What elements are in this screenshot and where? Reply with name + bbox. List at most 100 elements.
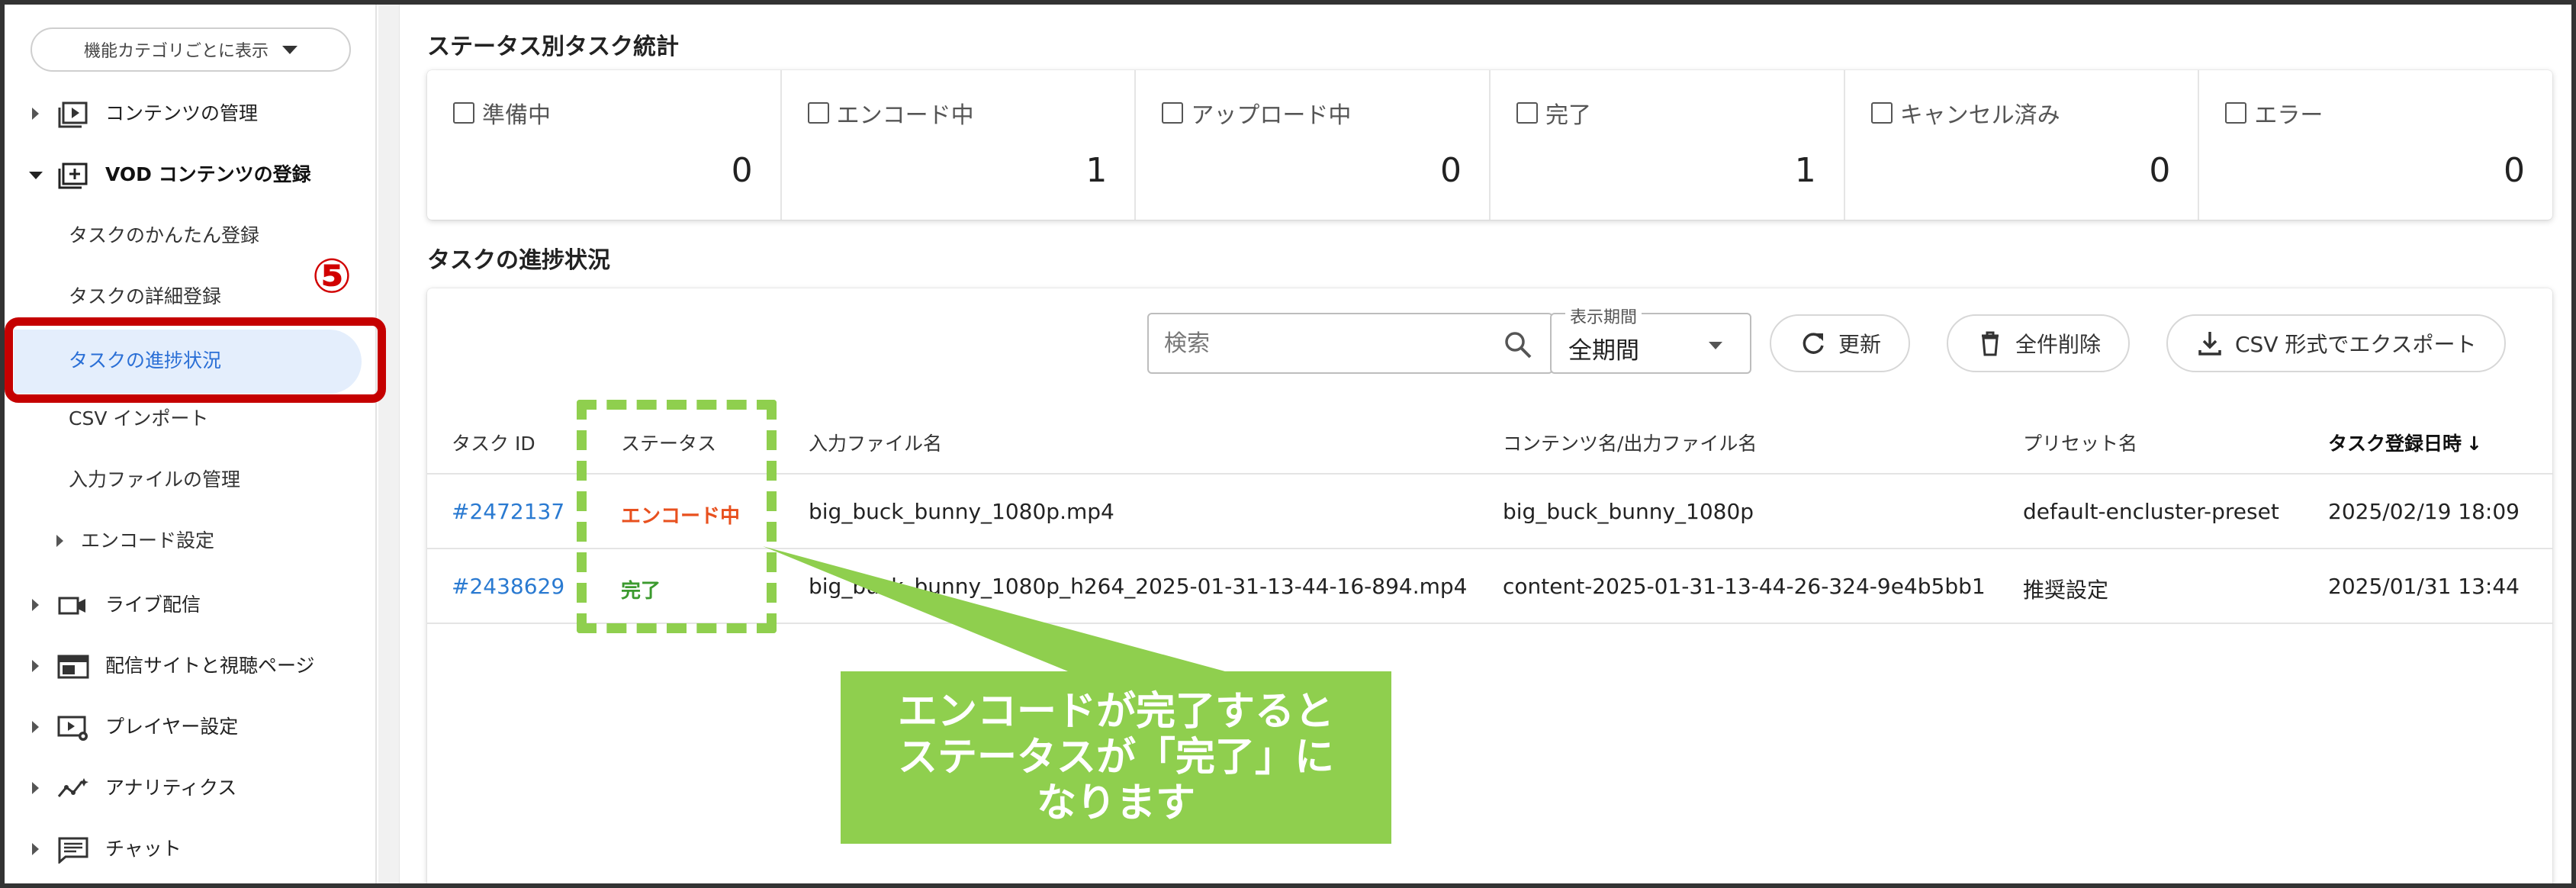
stat-encoding: エンコード中 1: [782, 70, 1137, 220]
sort-desc-icon: ↓: [2466, 433, 2482, 455]
sidebar-item-delivery-site[interactable]: 配信サイトと視聴ページ: [0, 641, 377, 691]
filter-checkbox[interactable]: [1516, 102, 1539, 124]
column-header-input-file[interactable]: 入力ファイル名: [809, 429, 942, 456]
delete-all-button[interactable]: 全件削除: [1947, 314, 2131, 372]
column-header-task-id[interactable]: タスク ID: [452, 429, 535, 456]
callout-line: ステータスが「完了」に: [897, 735, 1334, 780]
sidebar-item-player-settings[interactable]: プレイヤー設定: [0, 702, 377, 752]
callout-text: エンコードが完了すると ステータスが「完了」に なります: [841, 671, 1391, 844]
column-header-registered-at[interactable]: タスク登録日時 ↓: [2328, 429, 2482, 456]
progress-section-title: タスクの進捗状況: [427, 247, 610, 274]
search-field[interactable]: [1147, 313, 1553, 374]
column-header-preset[interactable]: プリセット名: [2023, 429, 2137, 456]
search-input[interactable]: [1164, 327, 1484, 360]
stat-completed: 完了 1: [1491, 70, 1845, 220]
trash-icon: [1982, 331, 1999, 356]
sidebar-subitem-label: エンコード設定: [81, 529, 215, 552]
sidebar-item-analytics[interactable]: アナリティクス: [0, 763, 377, 813]
preset-name: default-encluster-preset: [2023, 499, 2279, 524]
sidebar-item-label: プレイヤー設定: [105, 716, 239, 738]
expand-arrow-icon[interactable]: [32, 599, 39, 611]
category-select-label: 機能カテゴリごとに表示: [83, 42, 269, 61]
export-label: CSV 形式でエクスポート: [2235, 332, 2477, 357]
stat-count: 0: [2504, 151, 2526, 190]
column-header-label: タスク登録日時: [2328, 433, 2462, 455]
task-id-link[interactable]: #2438629: [452, 574, 564, 599]
filter-checkbox[interactable]: [807, 102, 829, 124]
step-number-badge: ⑤: [311, 247, 352, 304]
filter-checkbox[interactable]: [453, 102, 474, 124]
stats-section-title: ステータス別タスク統計: [427, 34, 679, 60]
sidebar-item-content-management[interactable]: コンテンツの管理: [0, 88, 377, 139]
period-label: 表示期間: [1565, 304, 1642, 328]
callout-line: エンコードが完了すると: [897, 689, 1334, 735]
search-icon[interactable]: [1501, 328, 1535, 362]
expand-arrow-icon[interactable]: [32, 782, 39, 794]
export-csv-button[interactable]: CSV 形式でエクスポート: [2166, 314, 2506, 372]
stat-error: エラー 0: [2199, 70, 2552, 220]
expand-arrow-icon[interactable]: [32, 108, 39, 120]
expand-arrow-icon[interactable]: [32, 721, 39, 733]
sidebar-scrollbar[interactable]: [378, 0, 400, 888]
filter-checkbox[interactable]: [1162, 102, 1184, 124]
stats-card: 準備中 0 エンコード中 1 アップロード中 0 完了 1 キャンセル済み 0 …: [427, 70, 2552, 220]
stat-preparing: 準備中 0: [427, 70, 782, 220]
highlight-frame: [5, 317, 386, 403]
stat-label: アップロード中: [1191, 102, 1352, 129]
period-select[interactable]: 表示期間 全期間: [1550, 304, 1751, 374]
column-header-output-name[interactable]: コンテンツ名/出力ファイル名: [1503, 429, 1757, 456]
registered-at: 2025/02/19 18:09: [2328, 499, 2520, 524]
refresh-icon: [1803, 333, 1824, 354]
chevron-down-icon: [1709, 342, 1722, 349]
callout-line: なります: [1036, 780, 1195, 826]
refresh-label: 更新: [1838, 332, 1882, 357]
registered-at: 2025/01/31 13:44: [2328, 574, 2520, 599]
sidebar-subitem-label: CSV インポート: [69, 407, 209, 430]
sidebar-subitem-label: 入力ファイルの管理: [69, 468, 241, 491]
sidebar-subitem-label: タスクのかんたん登録: [69, 224, 260, 246]
sidebar-item-label: チャット: [105, 838, 182, 860]
sidebar: 機能カテゴリごとに表示 コンテンツの管理 VOD コンテンツの登録 タスクのかん…: [0, 0, 377, 888]
web-icon: [57, 655, 89, 679]
add-box-icon: [58, 162, 88, 189]
output-name: content-2025-01-31-13-44-26-324-9e4b5bb1: [1503, 574, 1986, 599]
collapse-arrow-icon[interactable]: [29, 172, 43, 179]
expand-arrow-icon[interactable]: [32, 843, 39, 855]
period-value: 全期間: [1568, 337, 1639, 365]
refresh-button[interactable]: 更新: [1770, 314, 1911, 372]
sidebar-subitem-label: タスクの詳細登録: [69, 285, 222, 307]
stat-count: 1: [1794, 151, 1816, 190]
sidebar-item-label: アナリティクス: [105, 777, 237, 799]
stat-count: 0: [2149, 151, 2171, 190]
stat-label: 完了: [1545, 102, 1592, 129]
analytics-icon: [57, 778, 88, 797]
sidebar-item-vod-registration[interactable]: VOD コンテンツの登録: [0, 150, 377, 200]
expand-arrow-icon[interactable]: [56, 535, 63, 547]
stat-label: 準備中: [482, 102, 551, 129]
download-icon: [2198, 332, 2221, 356]
sidebar-subitem-input-files[interactable]: 入力ファイルの管理: [0, 455, 377, 505]
output-name: big_buck_bunny_1080p: [1503, 499, 1754, 524]
stat-count: 0: [1440, 151, 1462, 190]
input-file-name: big_buck_bunny_1080p.mp4: [809, 499, 1114, 524]
sidebar-item-label: コンテンツの管理: [105, 102, 259, 124]
category-select[interactable]: 機能カテゴリごとに表示: [31, 27, 351, 72]
task-id-link[interactable]: #2472137: [452, 499, 564, 524]
sidebar-item-live[interactable]: ライブ配信: [0, 580, 377, 630]
chevron-down-icon: [282, 45, 297, 54]
stat-count: 1: [1085, 151, 1108, 190]
videocam-icon: [58, 597, 85, 615]
filter-checkbox[interactable]: [2225, 102, 2247, 124]
expand-arrow-icon[interactable]: [32, 660, 39, 672]
content-play-icon: [58, 101, 88, 128]
input-file-name: big_buck_bunny_1080p_h264_2025-01-31-13-…: [809, 574, 1468, 599]
player-settings-icon: [57, 716, 88, 741]
sidebar-item-label: VOD コンテンツの登録: [105, 163, 311, 185]
filter-checkbox[interactable]: [1870, 102, 1893, 124]
stat-label: エラー: [2254, 102, 2324, 129]
sidebar-subitem-encode-settings[interactable]: エンコード設定: [0, 516, 377, 566]
status-highlight-frame: [577, 400, 777, 633]
stat-label: キャンセル済み: [1899, 102, 2060, 129]
sidebar-item-chat[interactable]: チャット: [0, 824, 377, 874]
chat-icon: [58, 837, 88, 864]
